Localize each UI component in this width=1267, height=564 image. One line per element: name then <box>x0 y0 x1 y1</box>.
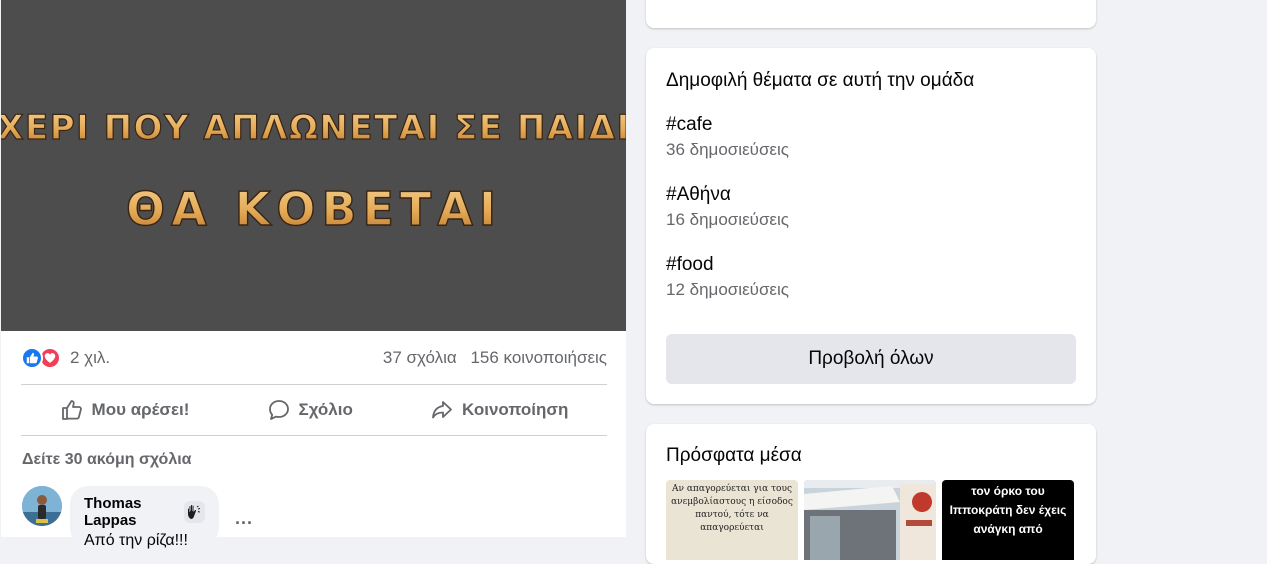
comment-author-name[interactable]: Thomas Lappas <box>84 495 178 529</box>
like-button-label: Μου αρέσει! <box>91 400 190 419</box>
comment-options-button[interactable]: ... <box>235 508 253 529</box>
media-thumbnail[interactable]: τον όρκο του Ιπποκράτη δεν έχεις ανάγκη … <box>942 480 1074 560</box>
topic-item[interactable]: #cafe 36 δημοσιεύσεις <box>666 114 789 160</box>
post-image[interactable]: ΧΕΡΙ ΠΟΥ ΑΠΛΩΝΕΤΑΙ ΣΕ ΠΑΙΔΙ ΘΑ ΚΟΒΕΤΑΙ <box>1 0 626 331</box>
topic-post-count: 16 δημοσιεύσεις <box>666 210 789 229</box>
comment-button[interactable]: Σχόλιο <box>267 398 353 422</box>
popular-topics-card: Δημοφιλή θέματα σε αυτή την ομάδα #cafe … <box>646 48 1096 404</box>
topic-post-count: 12 δημοσιεύσεις <box>666 280 789 299</box>
share-arrow-icon <box>432 401 452 419</box>
comment-button-label: Σχόλιο <box>298 400 353 419</box>
avatar-photo <box>22 486 62 526</box>
media-thumbnail[interactable]: Αν απαγορεύεται για τους ανεμβολίαστους … <box>666 480 798 560</box>
share-button[interactable]: Κοινοποίηση <box>430 398 568 422</box>
stats-divider <box>21 384 607 385</box>
view-more-comments-link[interactable]: Δείτε 30 ακόμη σχόλια <box>22 451 192 469</box>
media-thumbnail[interactable] <box>804 480 936 560</box>
topic-tag[interactable]: #Αθήνα <box>666 184 789 206</box>
popular-topics-title: Δημοφιλή θέματα σε αυτή την ομάδα <box>666 70 975 91</box>
like-button[interactable]: Μου αρέσει! <box>60 398 190 422</box>
recent-media-card: Πρόσφατα μέσα Αν απαγορεύεται για τους α… <box>646 424 1096 564</box>
reactions-summary[interactable]: 2 χιλ. <box>21 347 110 369</box>
comment-icon <box>268 400 289 420</box>
post-image-graphic: ΧΕΡΙ ΠΟΥ ΑΠΛΩΝΕΤΑΙ ΣΕ ΠΑΙΔΙ ΘΑ ΚΟΒΕΤΑΙ <box>1 107 626 236</box>
thumbs-up-icon <box>61 400 82 420</box>
previous-card <box>646 0 1096 28</box>
comment-author-row: Thomas Lappas <box>84 495 205 529</box>
comment-item: Thomas Lappas Από την ρίζα!!! ... <box>22 486 253 549</box>
recent-media-title: Πρόσφατα μέσα <box>666 445 802 466</box>
image-caption-line1: ΧΕΡΙ ΠΟΥ ΑΠΛΩΝΕΤΑΙ ΣΕ ΠΑΙΔΙ <box>1 108 626 148</box>
comment-bubble: Thomas Lappas Από την ρίζα!!! <box>70 486 219 549</box>
image-caption-line2: ΘΑ ΚΟΒΕΤΑΙ <box>126 182 502 236</box>
thumbnail-caption: Αν απαγορεύεται για τους ανεμβολίαστους … <box>671 484 793 533</box>
top-fan-badge-icon <box>183 501 205 523</box>
post-stats: 2 χιλ. 37 σχόλια 156 κοινοποιήσεις <box>21 340 607 376</box>
like-reaction-icon <box>21 347 43 369</box>
post-actions: Μου αρέσει! Σχόλιο Κοινοποίηση <box>21 386 607 434</box>
avatar[interactable] <box>22 486 62 526</box>
topic-tag[interactable]: #cafe <box>666 114 789 136</box>
topic-item[interactable]: #Αθήνα 16 δημοσιεύσεις <box>666 184 789 230</box>
post: ΧΕΡΙ ΠΟΥ ΑΠΛΩΝΕΤΑΙ ΣΕ ΠΑΙΔΙ ΘΑ ΚΟΒΕΤΑΙ 2… <box>1 0 626 549</box>
topic-item[interactable]: #food 12 δημοσιεύσεις <box>666 254 789 300</box>
comment-text: Από την ρίζα!!! <box>84 532 188 549</box>
see-all-topics-button[interactable]: Προβολή όλων <box>666 334 1076 384</box>
storefront-photo <box>804 480 936 560</box>
topic-tag[interactable]: #food <box>666 254 789 276</box>
topic-post-count: 36 δημοσιεύσεις <box>666 140 789 159</box>
reaction-count: 2 χιλ. <box>70 348 111 367</box>
actions-divider <box>21 435 607 436</box>
media-grid: Αν απαγορεύεται για τους ανεμβολίαστους … <box>666 480 1074 560</box>
share-button-label: Κοινοποίηση <box>461 400 569 419</box>
engagement-counts: 37 σχόλια 156 κοινοποιήσεις <box>383 348 607 368</box>
thumbnail-caption: τον όρκο του Ιπποκράτη δεν έχεις ανάγκη … <box>949 484 1067 536</box>
shares-count-link[interactable]: 156 κοινοποιήσεις <box>470 348 607 367</box>
comments-count-link[interactable]: 37 σχόλια <box>383 348 457 367</box>
